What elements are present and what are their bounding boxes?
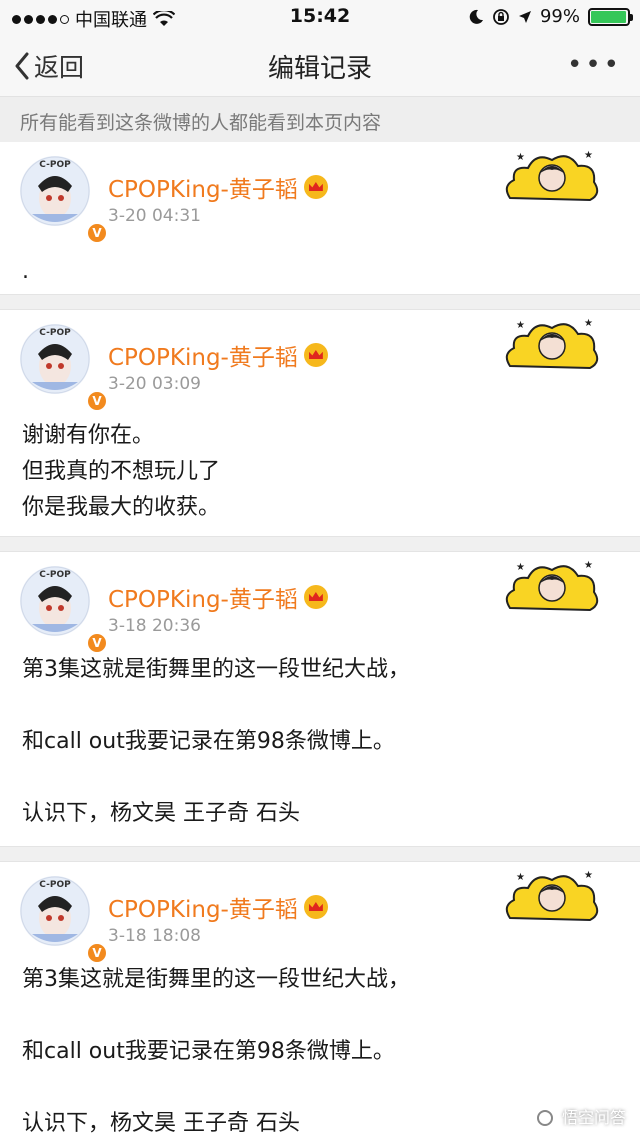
username-link[interactable]: CPOPKing-黄子韬 (108, 890, 328, 924)
wukong-logo-icon (529, 1103, 556, 1129)
divider (0, 536, 640, 552)
edit-record-item: C-POP V CPOPKing-黄子韬 3-18 20:36 ★ ★ 第3集这就… (0, 552, 640, 846)
nav-bar: 返回 编辑记录 ••• (0, 34, 640, 96)
verified-badge-icon: V (86, 222, 108, 244)
username: CPOPKing-黄子韬 (108, 345, 298, 371)
verified-badge-icon: V (86, 942, 108, 964)
username: CPOPKing-黄子韬 (108, 177, 298, 203)
post-line: 你是我最大的收获。 (22, 495, 221, 520)
post-content: 第3集这就是街舞里的这一段世纪大战， 和call out我要记录在第98条微博上… (22, 962, 410, 1137)
battery-icon (588, 7, 633, 26)
crown-icon (303, 175, 328, 199)
avatar[interactable]: C-POP V (20, 566, 108, 654)
edit-record-item: C-POP V CPOPKing-黄子韬 3-20 03:09 ★ ★ 谢谢有你在… (0, 310, 640, 536)
watermark-text: 悟空问答 (561, 1108, 626, 1127)
post-timestamp: 3-18 20:36 (108, 616, 201, 636)
post-line: 第3集这就是街舞里的这一段世纪大战， (22, 967, 410, 992)
avatar-image: C-POP (20, 324, 90, 394)
avatar-image: C-POP (20, 876, 90, 946)
svg-text:★: ★ (516, 320, 525, 331)
cloud-sticker-icon: ★ ★ (505, 150, 599, 202)
page-title: 编辑记录 (267, 54, 372, 84)
post-timestamp: 3-20 03:09 (108, 374, 201, 394)
verified-badge-icon: V (86, 632, 108, 654)
more-options-button[interactable]: ••• (567, 50, 622, 80)
svg-text:★: ★ (516, 872, 525, 883)
divider (0, 294, 640, 310)
post-line: 认识下，杨文昊 王子奇 石头 (22, 801, 300, 826)
battery-fill (591, 10, 626, 23)
cloud-sticker-icon: ★ ★ (505, 560, 599, 612)
edit-record-item: C-POP V CPOPKing-黄子韬 3-18 18:08 ★ ★ 第3集这就… (0, 862, 640, 1137)
post-line: 谢谢有你在。 (22, 423, 155, 448)
avatar-label: C-POP (39, 570, 71, 580)
avatar-label: C-POP (39, 328, 71, 338)
post-line (22, 998, 410, 1034)
post-line: 和call out我要记录在第98条微博上。 (22, 729, 395, 754)
post-line (22, 760, 410, 796)
post-line: . (22, 259, 29, 284)
divider (0, 846, 640, 862)
username-link[interactable]: CPOPKing-黄子韬 (108, 338, 328, 372)
avatar-image: C-POP (20, 566, 90, 636)
post-timestamp: 3-20 04:31 (108, 206, 201, 226)
post-line: 第3集这就是街舞里的这一段世纪大战， (22, 657, 410, 682)
visibility-notice: 所有能看到这条微博的人都能看到本页内容 (0, 96, 640, 142)
svg-text:★: ★ (584, 870, 593, 881)
avatar-label: C-POP (39, 880, 71, 890)
avatar[interactable]: C-POP V (20, 156, 108, 244)
crown-icon (303, 585, 328, 609)
cloud-sticker-icon: ★ ★ (505, 870, 599, 922)
battery-percent: 99% (539, 6, 580, 27)
svg-text:★: ★ (584, 560, 593, 571)
watermark: 悟空问答 (529, 1103, 626, 1129)
status-right: 99% (468, 6, 633, 27)
username: CPOPKing-黄子韬 (108, 587, 298, 613)
post-line (22, 1070, 410, 1106)
cloud-sticker-icon: ★ ★ (505, 318, 599, 370)
username-link[interactable]: CPOPKing-黄子韬 (108, 580, 328, 614)
svg-text:★: ★ (516, 562, 525, 573)
verified-badge-icon: V (86, 390, 108, 412)
svg-text:★: ★ (584, 318, 593, 329)
location-icon (518, 10, 531, 23)
status-bar: 中国联通 15:42 99% (0, 0, 640, 34)
post-line (22, 688, 410, 724)
crown-icon (303, 343, 328, 367)
svg-text:★: ★ (584, 150, 593, 161)
post-content: 第3集这就是街舞里的这一段世纪大战， 和call out我要记录在第98条微博上… (22, 652, 410, 832)
username: CPOPKing-黄子韬 (108, 897, 298, 923)
post-content: . (22, 254, 29, 290)
svg-text:★: ★ (516, 152, 525, 163)
username-link[interactable]: CPOPKing-黄子韬 (108, 170, 328, 204)
post-line: 认识下，杨文昊 王子奇 石头 (22, 1111, 300, 1136)
post-line: 但我真的不想玩儿了 (22, 459, 221, 484)
avatar[interactable]: C-POP V (20, 876, 108, 964)
avatar[interactable]: C-POP V (20, 324, 108, 412)
post-timestamp: 3-18 18:08 (108, 926, 201, 946)
rotation-lock-icon (493, 8, 509, 25)
avatar-label: C-POP (39, 160, 71, 170)
post-line: 和call out我要记录在第98条微博上。 (22, 1039, 395, 1064)
post-content: 谢谢有你在。 但我真的不想玩儿了 你是我最大的收获。 (22, 418, 220, 526)
avatar-image: C-POP (20, 156, 90, 226)
edit-record-item: C-POP V CPOPKing-黄子韬 3-20 04:31 ★ ★ . (0, 142, 640, 294)
crown-icon (303, 895, 328, 919)
moon-icon (469, 9, 483, 24)
